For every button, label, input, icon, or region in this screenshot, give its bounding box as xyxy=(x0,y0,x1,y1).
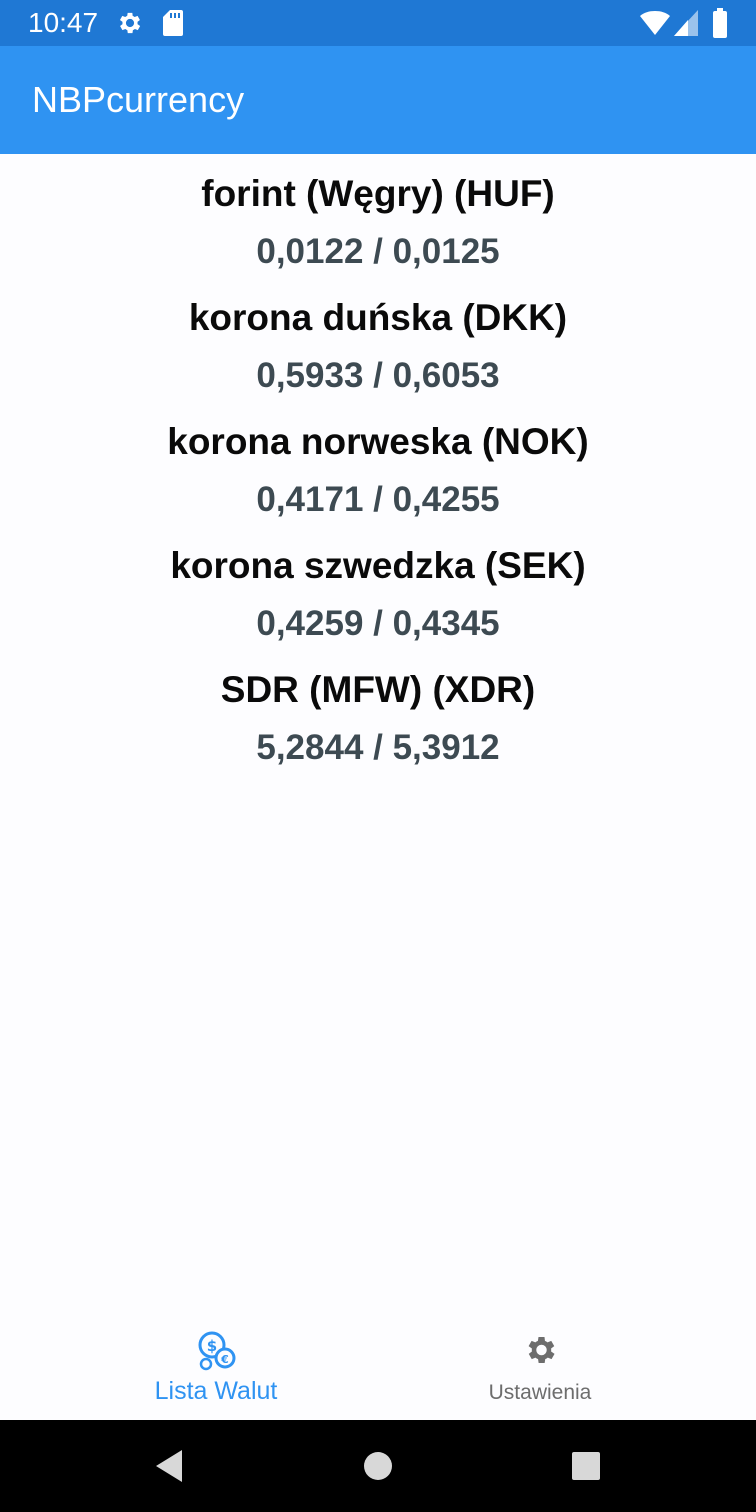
status-time: 10:47 xyxy=(28,7,99,38)
currency-name: korona norweska (NOK) xyxy=(167,421,589,462)
signal-icon xyxy=(674,10,698,41)
currency-item[interactable]: korona norweska (NOK) 0,4171 / 0,4255 xyxy=(0,402,756,526)
screen: 10:47 NBPcurrency forint (Węgry) (HUF) 0… xyxy=(0,0,756,1512)
system-nav-bar xyxy=(0,1420,756,1512)
svg-text:$: $ xyxy=(207,1337,217,1355)
sd-card-icon xyxy=(162,9,184,42)
currency-name: forint (Węgry) (HUF) xyxy=(201,173,555,214)
currency-item[interactable]: forint (Węgry) (HUF) 0,0122 / 0,0125 xyxy=(0,154,756,278)
currency-name: korona szwedzka (SEK) xyxy=(170,545,586,586)
currency-rates: 0,4259 / 0,4345 xyxy=(256,604,500,643)
currency-name: korona duńska (DKK) xyxy=(188,297,568,338)
currency-item[interactable]: SDR (MFW) (XDR) 5,2844 / 5,3912 xyxy=(0,650,756,774)
app-title: NBPcurrency xyxy=(32,79,245,120)
tab-lista-walut[interactable]: $ € Lista Walut xyxy=(66,1308,366,1420)
currency-item[interactable]: korona duńska (DKK) 0,5933 / 0,6053 xyxy=(0,278,756,402)
home-icon[interactable] xyxy=(358,1446,398,1486)
status-bar: 10:47 xyxy=(0,0,756,46)
gear-icon xyxy=(516,1326,564,1374)
currency-rates: 0,0122 / 0,0125 xyxy=(256,232,500,271)
tab-label: Ustawienia xyxy=(488,1381,592,1404)
currency-item[interactable]: korona szwedzka (SEK) 0,4259 / 0,4345 xyxy=(0,526,756,650)
back-icon[interactable] xyxy=(152,1446,192,1486)
bottom-nav: $ € Lista Walut Ustawienia xyxy=(0,1308,756,1420)
recents-icon[interactable] xyxy=(566,1446,606,1486)
currency-rates: 5,2844 / 5,3912 xyxy=(256,728,500,767)
wifi-icon xyxy=(640,10,670,41)
app-bar: NBPcurrency xyxy=(0,46,756,154)
currency-list: forint (Węgry) (HUF) 0,0122 / 0,0125 kor… xyxy=(0,154,756,774)
currency-name: SDR (MFW) (XDR) xyxy=(220,669,536,710)
battery-icon xyxy=(712,8,728,43)
tab-ustawienia[interactable]: Ustawienia xyxy=(390,1308,690,1420)
tab-label: Lista Walut xyxy=(154,1377,278,1405)
coins-icon: $ € xyxy=(192,1326,240,1374)
svg-text:€: € xyxy=(220,1353,229,1366)
currency-rates: 0,5933 / 0,6053 xyxy=(256,356,500,395)
currency-rates: 0,4171 / 0,4255 xyxy=(256,480,500,519)
gear-icon xyxy=(116,9,144,42)
